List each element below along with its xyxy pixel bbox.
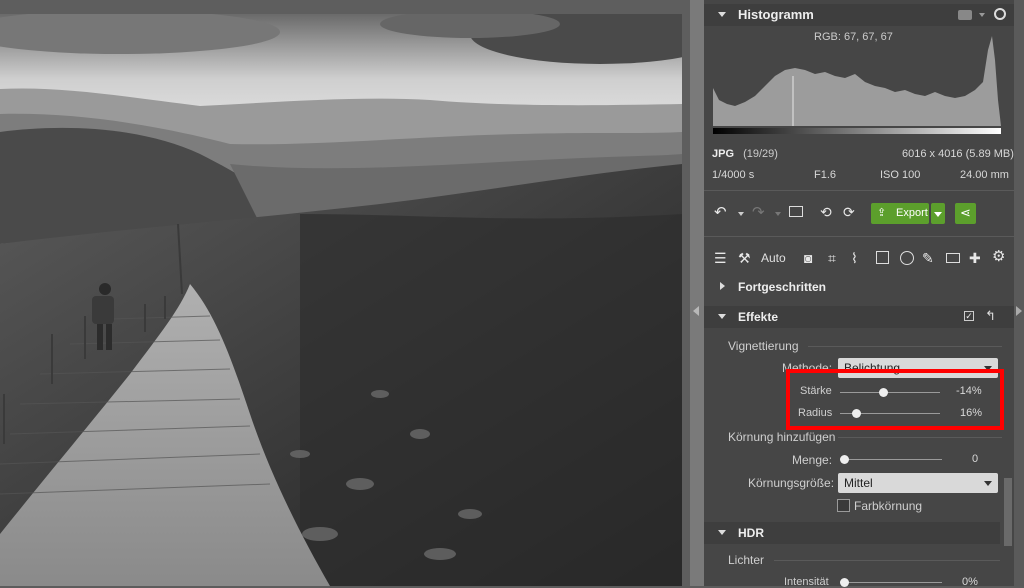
effekte-title: Effekte bbox=[738, 310, 779, 324]
menge-value: 0 bbox=[972, 453, 979, 465]
fortgeschritten-title: Fortgeschritten bbox=[738, 280, 827, 294]
histogram-header[interactable]: Histogramm bbox=[704, 4, 1014, 26]
intensitaet-slider[interactable] bbox=[840, 578, 942, 587]
collapse-left-icon[interactable] bbox=[693, 306, 699, 316]
focal-length: 24.00 mm bbox=[960, 169, 1009, 181]
iso-value: ISO 100 bbox=[880, 169, 921, 181]
intensitaet-value: 0% bbox=[962, 576, 978, 588]
export-icon: ⇪ bbox=[877, 207, 887, 219]
rotate-right-icon[interactable]: ⟳ bbox=[843, 204, 855, 220]
grad-filter-icon[interactable] bbox=[876, 251, 889, 264]
panel-scrollbar[interactable] bbox=[1004, 478, 1012, 546]
menge-slider[interactable] bbox=[840, 455, 942, 464]
hdr-title: HDR bbox=[738, 526, 764, 540]
reset-icon[interactable]: ↰ bbox=[985, 308, 996, 324]
redo-icon[interactable]: ↷ bbox=[752, 205, 765, 221]
hdr-header[interactable]: HDR bbox=[704, 522, 1000, 544]
expand-triangle-icon[interactable] bbox=[720, 282, 725, 290]
camera-display-icon[interactable] bbox=[958, 10, 972, 20]
right-collapse-strip[interactable] bbox=[1014, 0, 1024, 586]
intensitaet-label: Intensität bbox=[784, 576, 829, 588]
sliders-icon[interactable]: ☰ bbox=[714, 250, 727, 266]
file-position: (19/29) bbox=[743, 148, 778, 160]
photo-viewer[interactable] bbox=[0, 0, 690, 586]
settings-gear-icon[interactable] bbox=[994, 8, 1006, 20]
histogram-title: Histogramm bbox=[738, 7, 814, 22]
eraser-icon[interactable] bbox=[946, 253, 960, 263]
fortgeschritten-header[interactable]: Fortgeschritten bbox=[704, 276, 1014, 298]
camera-icon[interactable]: ◙ bbox=[804, 250, 812, 266]
divider bbox=[774, 560, 1000, 561]
radial-filter-icon[interactable] bbox=[900, 251, 914, 265]
crop-icon[interactable]: ⌗ bbox=[828, 250, 836, 266]
undo-history-chevron-icon[interactable] bbox=[738, 212, 744, 216]
aperture: F1.6 bbox=[814, 169, 837, 181]
chevron-down-icon bbox=[934, 212, 942, 217]
menge-slider-knob[interactable] bbox=[840, 455, 849, 464]
file-format: JPG bbox=[712, 148, 735, 160]
bandage-icon[interactable]: ✚ bbox=[969, 250, 981, 266]
image-dimensions: 6016 x 4016 (5.89 MB) bbox=[902, 148, 1014, 160]
collapse-right-icon[interactable] bbox=[1016, 306, 1022, 316]
gear-icon[interactable]: ⚙ bbox=[992, 249, 1005, 265]
rotate-left-icon[interactable]: ⟲ bbox=[820, 204, 832, 220]
auto-label[interactable]: Auto bbox=[761, 251, 786, 265]
right-panel: Histogramm RGB: 67, 67, 67 JPG (19/29) 6… bbox=[704, 0, 1014, 588]
chevron-down-icon bbox=[984, 481, 992, 486]
highlight-box bbox=[786, 369, 1004, 430]
divider bbox=[704, 236, 1014, 237]
divider bbox=[704, 190, 1014, 191]
redo-history-chevron-icon[interactable] bbox=[775, 212, 781, 216]
shutter-speed: 1/4000 s bbox=[712, 169, 755, 181]
histogram-graph bbox=[713, 30, 1001, 134]
histogram-gradient-bar bbox=[713, 128, 1001, 134]
farbkoernung-checkbox[interactable] bbox=[837, 499, 850, 512]
landscape-photo bbox=[0, 14, 682, 586]
lichter-label: Lichter bbox=[728, 553, 765, 567]
share-button[interactable]: ⋖ bbox=[955, 203, 976, 224]
perspective-icon[interactable]: ⌇ bbox=[851, 250, 858, 266]
collapse-triangle-icon[interactable] bbox=[718, 314, 726, 319]
koernungsgroesse-dropdown[interactable]: Mittel bbox=[838, 473, 998, 493]
panel-splitter[interactable] bbox=[690, 0, 704, 586]
share-icon: ⋖ bbox=[960, 205, 971, 220]
vignettierung-label: Vignettierung bbox=[728, 339, 799, 353]
image-compare-icon[interactable] bbox=[789, 206, 803, 217]
menge-label: Menge: bbox=[792, 453, 833, 467]
chevron-down-icon[interactable] bbox=[979, 13, 985, 17]
divider bbox=[838, 437, 1002, 438]
effekte-enable-checkbox[interactable]: ✓ bbox=[964, 311, 974, 321]
koernung-label: Körnung hinzufügen bbox=[728, 430, 836, 444]
magic-wand-icon[interactable]: ⚒ bbox=[738, 250, 751, 266]
koernungsgroesse-value: Mittel bbox=[844, 476, 873, 490]
effekte-header[interactable]: Effekte ✓ ↰ bbox=[704, 306, 1014, 328]
farbkoernung-label: Farbkörnung bbox=[854, 499, 923, 513]
brush-icon[interactable]: ✎ bbox=[922, 250, 934, 266]
collapse-triangle-icon[interactable] bbox=[718, 12, 726, 17]
photo-image[interactable] bbox=[0, 14, 682, 586]
export-button[interactable]: ⇪ Export bbox=[871, 203, 929, 224]
export-options-button[interactable] bbox=[931, 203, 945, 224]
export-label: Export bbox=[896, 207, 928, 219]
collapse-triangle-icon[interactable] bbox=[718, 530, 726, 535]
undo-icon[interactable]: ↶ bbox=[714, 205, 727, 221]
koernungsgroesse-label: Körnungsgröße: bbox=[748, 476, 835, 490]
divider bbox=[808, 346, 1002, 347]
